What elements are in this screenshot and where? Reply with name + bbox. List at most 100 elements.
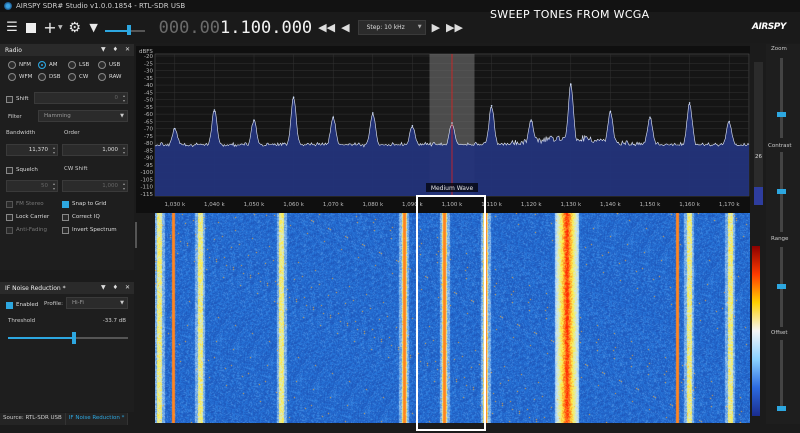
contrast-handle[interactable] [777, 189, 786, 194]
shift-checkbox[interactable]: Shift [6, 94, 29, 104]
profile-select[interactable]: Hi-Fi ▼ [66, 297, 128, 309]
profile-value: Hi-Fi [72, 300, 84, 306]
add-icon[interactable]: + [43, 19, 57, 35]
y-tick-label: -70 [144, 127, 153, 133]
mode-label: LSB [79, 62, 90, 68]
invert-spectrum-checkbox[interactable]: Invert Spectrum [62, 225, 117, 235]
filter-select[interactable]: Hamming ▼ [38, 110, 128, 122]
profile-label: Profile: [44, 301, 63, 307]
chevron-down-icon[interactable]: ▼ [58, 24, 63, 31]
x-tick-label: 1,120 k [521, 202, 542, 208]
y-tick-label: -45 [144, 90, 153, 96]
y-axis-label: dBFS [139, 49, 153, 55]
cw-shift-input[interactable]: 1,000 [62, 180, 128, 192]
threshold-handle[interactable] [72, 332, 76, 344]
stop-icon[interactable] [24, 21, 38, 35]
radio-dot [38, 73, 46, 81]
mode-radio-cw[interactable]: CW [68, 71, 98, 83]
invert-spectrum-label: Invert Spectrum [72, 227, 117, 233]
panel-scrollbar[interactable] [135, 222, 137, 248]
order-label: Order [64, 130, 80, 136]
chevron-down-icon[interactable]: ▼ [101, 46, 106, 53]
pin-icon[interactable]: ♦ [113, 46, 118, 53]
spectrum-peak [490, 105, 493, 107]
mode-radio-lsb[interactable]: LSB [68, 59, 98, 71]
mode-radio-dsb[interactable]: DSB [38, 71, 68, 83]
radio-dot [98, 73, 106, 81]
range-handle[interactable] [777, 284, 786, 289]
snap-to-grid-checkbox[interactable]: Snap to Grid [62, 199, 106, 209]
volume-handle[interactable] [126, 24, 131, 35]
noise-reduction-title: IF Noise Reduction * [5, 284, 66, 292]
squelch-label: Squelch [16, 167, 38, 173]
range-label: Range [771, 236, 789, 242]
x-tick-label: 1,170 k [719, 202, 740, 208]
x-tick-label: 1,080 k [362, 202, 383, 208]
checkbox-box [6, 95, 13, 103]
chevron-down-icon: ▼ [417, 24, 422, 30]
tab-source[interactable]: Source: RTL-SDR USB [0, 413, 66, 425]
spectrum-peak [213, 109, 216, 111]
y-tick-label: -75 [144, 134, 153, 140]
mode-label: NFM [19, 62, 32, 68]
right-control-column: Zoom Contrast Range Offset [766, 44, 800, 424]
enabled-checkbox[interactable]: Enabled [6, 300, 38, 310]
anti-fading-checkbox[interactable]: Anti-Fading [6, 225, 47, 235]
close-icon[interactable]: ✕ [125, 284, 130, 291]
volume-slider[interactable] [104, 21, 145, 35]
step-forward-icon[interactable]: ▶▶ [446, 21, 463, 34]
pin-icon[interactable]: ♦ [113, 284, 118, 291]
squelch-input[interactable]: 50 [6, 180, 58, 192]
checkbox-box [6, 200, 13, 208]
mode-radio-wfm[interactable]: WFM [8, 71, 38, 83]
y-tick-label: -40 [144, 83, 153, 89]
chevron-down-icon[interactable]: ▼ [101, 284, 106, 291]
mode-radio-raw[interactable]: RAW [98, 71, 128, 83]
close-icon[interactable]: ✕ [125, 46, 130, 53]
tab-noise-reduction[interactable]: IF Noise Reduction * [65, 413, 129, 425]
frequency-digits: 1.100.000 [220, 17, 313, 38]
brand-logo: AIRSPY [752, 22, 786, 32]
mode-selector: NFM AM LSB USB WFM DSB CW RAW [0, 56, 134, 83]
y-tick-label: -60 [144, 112, 153, 118]
spectrum-analyzer[interactable]: -20-25-30-35-40-45-50-55-60-65-70-75-80-… [136, 46, 750, 213]
status-tabs: Source: RTL-SDR USB IF Noise Reduction * [0, 413, 134, 425]
frequency-display[interactable]: 000.00 1.100.000 [159, 18, 313, 38]
y-tick-label: -30 [144, 69, 153, 75]
fm-stereo-checkbox[interactable]: FM Stereo [6, 199, 44, 209]
mode-radio-am[interactable]: AM [38, 59, 68, 71]
step-forward-single-icon[interactable]: ▶ [432, 21, 440, 34]
cw-shift-label: CW Shift [64, 166, 88, 172]
threshold-slider[interactable] [8, 330, 128, 346]
y-tick-label: -100 [141, 170, 154, 176]
checkbox-box [6, 213, 13, 221]
spectrum-peak [372, 112, 374, 114]
fm-stereo-label: FM Stereo [16, 201, 44, 207]
contrast-label: Contrast [768, 143, 792, 149]
mode-radio-usb[interactable]: USB [98, 59, 128, 71]
step-back-single-icon[interactable]: ◀ [341, 21, 349, 34]
squelch-checkbox[interactable]: Squelch [6, 165, 38, 175]
shift-input[interactable]: 0 [34, 92, 128, 104]
lock-carrier-checkbox[interactable]: Lock Carrier [6, 212, 49, 222]
step-back-icon[interactable]: ◀◀ [318, 21, 335, 34]
y-tick-label: -65 [144, 119, 153, 125]
correct-iq-label: Correct IQ [72, 214, 100, 220]
x-tick-label: 1,160 k [679, 202, 700, 208]
zoom-handle[interactable] [777, 112, 786, 117]
step-size-select[interactable]: Step: 10 kHz ▼ [357, 20, 426, 35]
radio-dot [8, 73, 16, 81]
gear-icon[interactable]: ⚙ [68, 21, 82, 35]
checkbox-box [62, 226, 69, 234]
radio-panel: Radio ▼ ♦ ✕ NFM AM LSB USB WFM DSB CW RAW Shift… [0, 44, 137, 270]
offset-handle[interactable] [777, 406, 786, 411]
level-readout: 26 [755, 154, 762, 160]
offset-track [780, 340, 783, 410]
bandwidth-input[interactable]: 11,370 [6, 144, 58, 156]
mode-radio-nfm[interactable]: NFM [8, 59, 38, 71]
order-input[interactable]: 1,000 [62, 144, 128, 156]
menu-icon[interactable]: ☰ [5, 20, 19, 35]
correct-iq-checkbox[interactable]: Correct IQ [62, 212, 100, 222]
speaker-icon[interactable]: ▼ [87, 21, 101, 35]
chevron-down-icon: ▼ [120, 300, 124, 306]
